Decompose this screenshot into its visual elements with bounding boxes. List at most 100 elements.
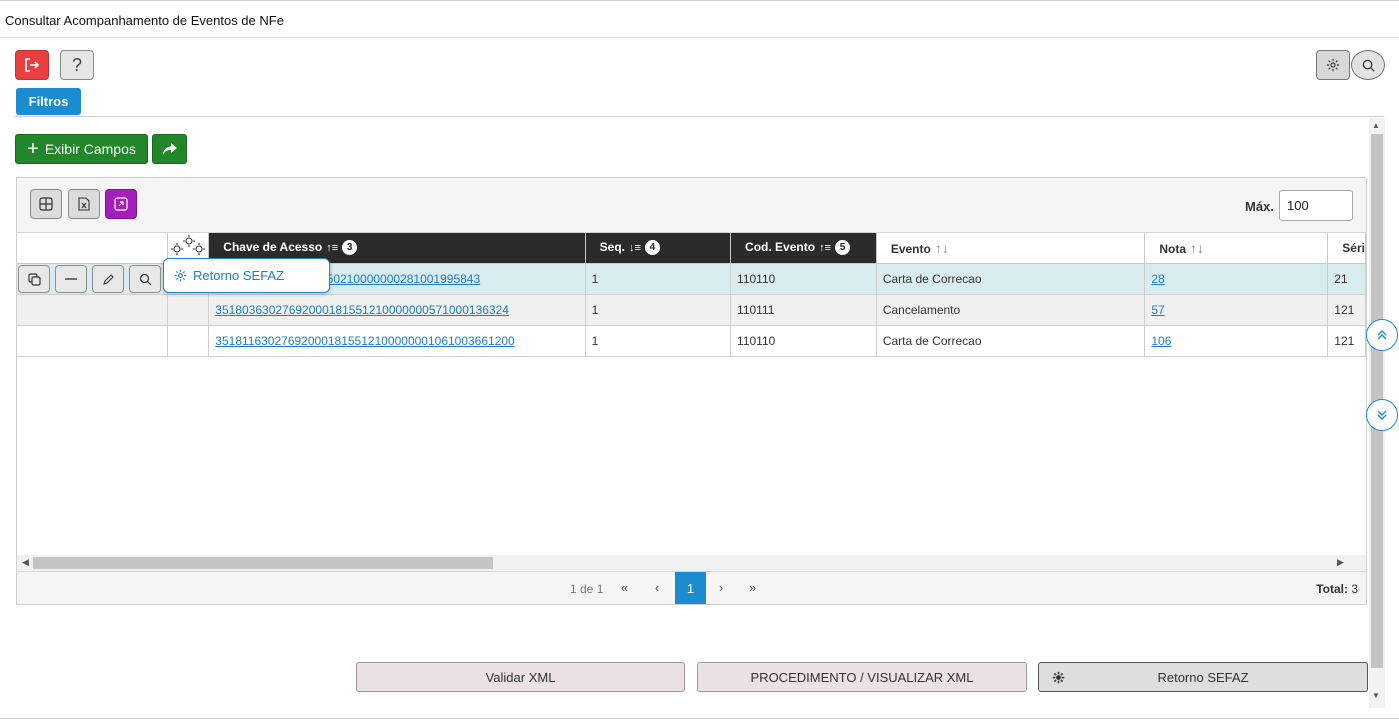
share-arrow-icon (162, 143, 177, 155)
row-action-buttons (18, 265, 161, 293)
header-seq-label: Seq. (599, 240, 626, 255)
max-input[interactable] (1279, 190, 1353, 221)
header-cod-label: Cod. Evento (745, 240, 816, 255)
nota-link[interactable]: 57 (1151, 303, 1164, 317)
sort-asc-icon: ↑≡ (326, 242, 339, 255)
cell-nota: 106 (1144, 325, 1329, 357)
grid-toolbar: Máx. (17, 178, 1366, 233)
retorno-sefaz-button[interactable]: Retorno SEFAZ (1038, 662, 1368, 692)
total-value: 3 (1351, 582, 1358, 596)
data-grid: Máx. Chave de Acesso↑≡3 Seq.↓≡4 Cod. Eve… (16, 177, 1367, 605)
cell-seq: 1 (585, 325, 732, 357)
retorno-sefaz-menu-item[interactable]: Retorno SEFAZ (163, 258, 330, 293)
copy-button[interactable] (18, 265, 50, 293)
cell-serie: 121 (1327, 294, 1366, 326)
scroll-down-icon[interactable]: ▼ (1372, 691, 1380, 700)
scroll-top-button[interactable] (1366, 319, 1398, 351)
settings-button[interactable] (1316, 50, 1350, 80)
cell-cod: 110111 (730, 294, 877, 326)
grid-layout-button[interactable] (30, 189, 62, 219)
minus-icon (65, 278, 77, 280)
scroll-right-icon[interactable]: ▶ (1337, 557, 1344, 568)
divider (14, 116, 1384, 117)
sort-order-badge: 3 (342, 240, 358, 256)
help-button[interactable]: ? (60, 50, 94, 80)
sort-icon: ↑↓ (934, 239, 949, 256)
header-seq[interactable]: Seq. ↓≡ 4 (585, 233, 732, 264)
validar-xml-button[interactable]: Validar XML (356, 662, 685, 692)
cell-seq: 1 (585, 263, 732, 295)
cell-chave: 3518116302769200018155121000000010610036… (208, 325, 586, 357)
horizontal-scroll-thumb[interactable] (33, 557, 493, 569)
cell-seq: 1 (585, 294, 732, 326)
max-label: Máx. (1245, 199, 1274, 214)
row-gear-cell (167, 325, 210, 357)
gear-icon (1326, 58, 1340, 72)
header-nota-label: Nota (1159, 241, 1187, 256)
next-page-button[interactable]: › (719, 580, 723, 595)
scroll-bottom-button[interactable] (1366, 399, 1398, 431)
cell-evento: Carta de Correcao (876, 325, 1146, 357)
exit-button[interactable] (15, 50, 49, 80)
total-label: Total: (1316, 582, 1348, 596)
expand-icon (114, 197, 128, 211)
scroll-left-icon[interactable]: ◀ (22, 557, 29, 568)
view-button[interactable] (129, 265, 161, 293)
sort-order-badge: 4 (644, 240, 660, 256)
remove-button[interactable] (55, 265, 87, 293)
expand-button[interactable] (105, 189, 137, 219)
sort-order-badge: 5 (834, 240, 850, 256)
double-chevron-down-icon (1377, 410, 1387, 420)
events-table: Chave de Acesso ↑≡ 3 Seq. ↓≡ 4 Cod. Evento ↑≡… (17, 233, 1366, 357)
table-row[interactable]: 3518116302769200018155121000000010610036… (17, 325, 1366, 357)
last-page-button[interactable]: » (749, 580, 756, 595)
table-icon (39, 197, 53, 211)
exibir-campos-button[interactable]: + Exibir Campos (15, 134, 148, 164)
gear-icon (174, 269, 187, 282)
header-nota[interactable]: Nota ↑↓ (1144, 233, 1329, 264)
share-button[interactable] (152, 134, 187, 164)
copy-icon (27, 272, 41, 286)
window-title-bar: Consultar Acompanhamento de Eventos de N… (0, 0, 1399, 38)
header-evento[interactable]: Evento ↑↓ (876, 233, 1146, 264)
current-page-button[interactable]: 1 (675, 572, 706, 604)
chave-link[interactable]: 3518036302769200018155121000000057100013… (215, 303, 509, 317)
header-serie[interactable]: Séri (1327, 233, 1366, 264)
gears-icon (171, 235, 206, 256)
row-actions-cell (17, 325, 169, 357)
plus-icon: + (27, 138, 39, 160)
cell-nota: 57 (1144, 294, 1329, 326)
edit-button[interactable] (92, 265, 124, 293)
procedimento-visualizar-xml-button[interactable]: PROCEDIMENTO / VISUALIZAR XML (697, 662, 1027, 692)
sort-asc-icon: ↑≡ (819, 242, 831, 255)
cell-evento: Carta de Correcao (876, 263, 1146, 295)
scroll-up-icon[interactable]: ▲ (1372, 121, 1380, 130)
search-button[interactable] (1351, 50, 1385, 80)
nota-link[interactable]: 28 (1151, 272, 1164, 286)
cell-evento: Cancelamento (876, 294, 1146, 326)
header-chave-label: Chave de Acesso (223, 240, 323, 255)
first-page-button[interactable]: « (621, 580, 628, 595)
search-icon (139, 273, 151, 285)
table-row[interactable]: 3518036302769200018155121000000057100013… (17, 294, 1366, 326)
header-evento-label: Evento (890, 241, 931, 256)
page-info: 1 de 1 (570, 582, 604, 596)
retorno-sefaz-menu-label: Retorno SEFAZ (193, 268, 285, 283)
chave-link[interactable]: 3518116302769200018155121000000010610036… (215, 334, 514, 348)
exit-icon (25, 58, 40, 72)
chave-link[interactable]: 155021000000028100199584​3 (313, 272, 480, 286)
filtros-tab[interactable]: Filtros (16, 88, 81, 115)
sort-desc-icon: ↓≡ (629, 242, 641, 255)
cell-nota: 28 (1144, 263, 1329, 295)
cell-serie: 121 (1327, 325, 1366, 357)
cell-chave: 3518036302769200018155121000000057100013… (208, 294, 586, 326)
prev-page-button[interactable]: ‹ (655, 580, 659, 595)
pagination-bar: 1 de 1 « ‹ 1 › » Total: 3 (17, 571, 1366, 604)
export-excel-button[interactable] (68, 189, 100, 219)
nota-link[interactable]: 106 (1151, 334, 1171, 348)
gear-icon (1052, 671, 1065, 684)
excel-file-icon (78, 197, 90, 211)
horizontal-scrollbar[interactable]: ◀ ▶ (17, 555, 1366, 571)
row-actions-cell (17, 294, 169, 326)
header-cod-evento[interactable]: Cod. Evento ↑≡ 5 (730, 233, 877, 264)
